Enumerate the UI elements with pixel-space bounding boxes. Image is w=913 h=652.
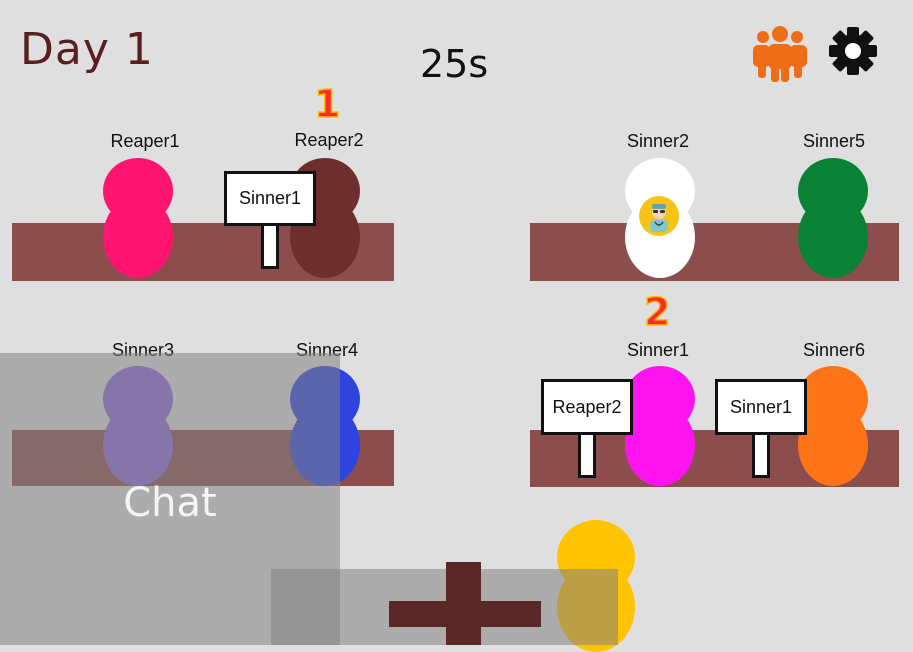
vote-sign: Sinner1 xyxy=(715,379,807,435)
vote-sign: Sinner1 xyxy=(224,171,316,226)
player-name: Reaper1 xyxy=(110,131,180,151)
vote-sign-label: Sinner1 xyxy=(238,188,302,208)
player-name: Sinner5 xyxy=(802,131,866,151)
player-body xyxy=(103,196,173,278)
vote-sign-label: Reaper2 xyxy=(552,396,622,417)
player-body xyxy=(798,404,868,486)
vote-sign-label: Sinner1 xyxy=(729,396,793,417)
timer: 25s xyxy=(420,42,489,86)
vote-sign: Reaper2 xyxy=(541,379,633,435)
vote-sign-post xyxy=(261,222,279,269)
gear-icon xyxy=(829,27,877,75)
plus-icon xyxy=(389,562,541,645)
settings-button[interactable] xyxy=(826,24,886,84)
player-name: Reaper2 xyxy=(294,130,364,150)
vote-sign-post xyxy=(752,430,770,478)
add-button[interactable] xyxy=(389,562,541,645)
day-label: Day 1 xyxy=(20,24,154,75)
doctor-icon xyxy=(639,196,679,236)
player-name: Sinner6 xyxy=(802,340,866,360)
player-body xyxy=(625,404,695,486)
player-name: Sinner1 xyxy=(626,340,690,360)
players-button[interactable] xyxy=(750,24,810,84)
player-name: Sinner2 xyxy=(626,131,690,151)
player-body xyxy=(798,196,868,278)
chat-label: Chat xyxy=(123,480,217,526)
vote-count: 2 xyxy=(643,289,671,335)
people-group-icon xyxy=(753,26,807,82)
vote-sign-post xyxy=(578,430,596,478)
vote-count: 1 xyxy=(313,81,341,127)
